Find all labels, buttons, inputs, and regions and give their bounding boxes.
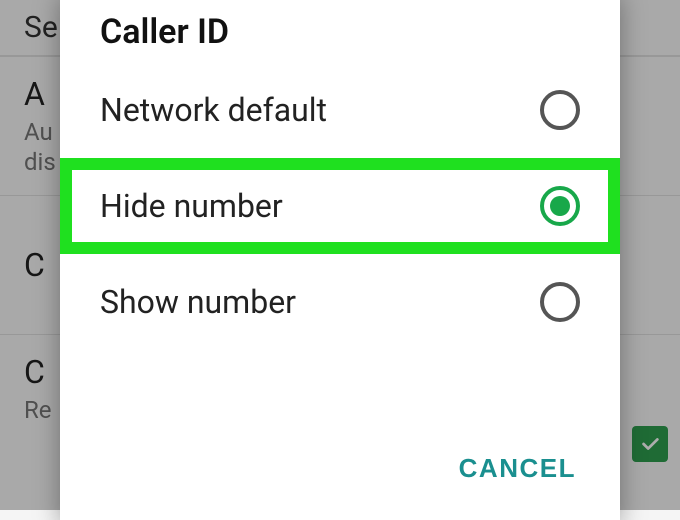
caller-id-dialog: Caller ID Network default Hide number Sh… xyxy=(60,0,620,520)
dialog-title: Caller ID xyxy=(100,12,580,52)
cancel-button[interactable]: CANCEL xyxy=(445,443,590,494)
dialog-options-list: Network default Hide number Show number xyxy=(60,62,620,350)
option-label: Network default xyxy=(100,91,327,129)
radio-icon xyxy=(540,282,580,322)
option-network-default[interactable]: Network default xyxy=(60,62,620,158)
option-show-number[interactable]: Show number xyxy=(60,254,620,350)
option-hide-number[interactable]: Hide number xyxy=(60,158,620,254)
dialog-actions: CANCEL xyxy=(445,443,590,494)
radio-icon xyxy=(540,90,580,130)
radio-icon xyxy=(540,186,580,226)
option-label: Show number xyxy=(100,283,296,321)
option-label: Hide number xyxy=(100,187,283,225)
